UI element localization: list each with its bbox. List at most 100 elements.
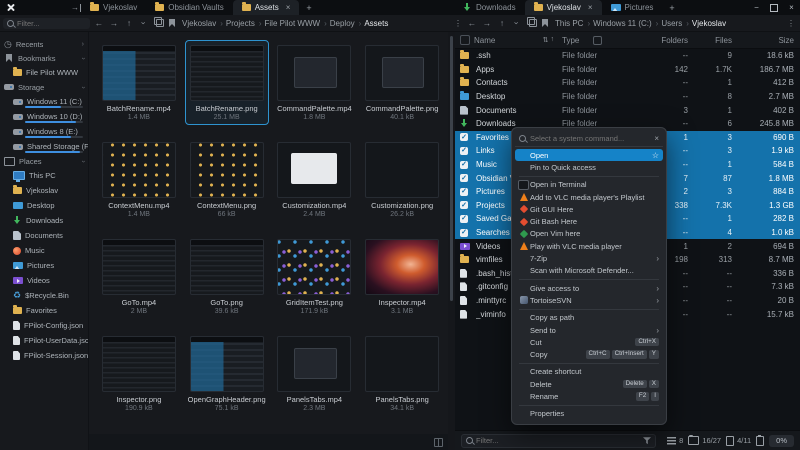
list-filter-box[interactable] bbox=[461, 434, 656, 448]
sidebar-item[interactable]: File Pilot WWW bbox=[0, 65, 88, 80]
tab-close-icon[interactable]: × bbox=[286, 3, 291, 12]
sidebar-item[interactable]: Pictures bbox=[0, 258, 88, 273]
context-menu-item[interactable]: Scan with Microsoft Defender... ☆ › bbox=[515, 265, 663, 277]
breadcrumb-item[interactable]: › Vjekoslav bbox=[684, 19, 728, 28]
sidebar-item[interactable]: FPilot-Session.json bbox=[0, 348, 88, 363]
pane-menu-icon[interactable]: ⋮ bbox=[453, 19, 463, 28]
tab[interactable]: Pictures × bbox=[602, 0, 663, 15]
sidebar-filter-input[interactable] bbox=[17, 19, 86, 28]
tab[interactable]: Downloads × bbox=[454, 0, 525, 15]
sidebar-item[interactable]: Favorites bbox=[0, 303, 88, 318]
forward-button[interactable]: → bbox=[108, 18, 120, 28]
sidebar-section-header[interactable]: Storage › bbox=[0, 80, 88, 94]
file-row[interactable]: ✓ Contacts File folder -- 1 412 B bbox=[455, 76, 800, 90]
sidebar-item[interactable]: Vjekoslav bbox=[0, 183, 88, 198]
row-checkbox[interactable]: ✓ bbox=[460, 229, 468, 237]
column-header-folders[interactable]: Folders bbox=[644, 36, 688, 45]
sidebar-section-header[interactable]: Places › bbox=[0, 154, 88, 168]
sidebar-item[interactable]: This PC bbox=[0, 168, 88, 183]
context-menu-item[interactable]: Open in Terminal ☆ › bbox=[515, 179, 663, 191]
context-menu-item[interactable]: Play with VLC media player ☆ › bbox=[515, 240, 663, 252]
column-header-files[interactable]: Files bbox=[692, 36, 732, 45]
grid-item[interactable]: GoTo.png 39.6 kB bbox=[185, 234, 269, 319]
list-filter-input[interactable] bbox=[476, 436, 640, 445]
back-button[interactable]: ← bbox=[466, 18, 478, 28]
clipboard-icon[interactable] bbox=[756, 436, 764, 446]
sidebar-filter-box[interactable] bbox=[3, 18, 90, 29]
tab[interactable]: Vjekoslav × bbox=[81, 0, 146, 15]
sidebar-item[interactable]: FPilot-UserData.json bbox=[0, 333, 88, 348]
column-header-size[interactable]: Size bbox=[736, 36, 794, 45]
bookmark-icon[interactable] bbox=[169, 19, 175, 27]
context-menu-item[interactable]: Pin to Quick access ☆ › bbox=[515, 161, 663, 173]
context-menu-item[interactable]: Copy Ctrl+CCtrl+InsertY ☆ › bbox=[515, 348, 663, 360]
sidebar-item[interactable]: Windows 10 (D:) bbox=[0, 109, 88, 124]
tab[interactable]: Vjekoslav × bbox=[525, 0, 602, 15]
breadcrumb-item[interactable]: › Deploy bbox=[322, 19, 357, 28]
sidebar-pin-icon[interactable]: → bbox=[71, 4, 81, 12]
grid-item[interactable]: BatchRename.png 25.1 MB bbox=[185, 40, 269, 125]
context-menu-item[interactable]: Git GUI Here ☆ › bbox=[515, 203, 663, 215]
tab[interactable]: Assets × bbox=[233, 0, 300, 15]
sidebar-item[interactable]: Windows 11 (C:) bbox=[0, 94, 88, 109]
breadcrumb-item[interactable]: › Users bbox=[654, 19, 685, 28]
command-search-box[interactable]: × bbox=[515, 131, 663, 147]
filter-icon[interactable] bbox=[643, 437, 651, 445]
sidebar-item[interactable]: Documents bbox=[0, 228, 88, 243]
up-button[interactable]: ↑ bbox=[123, 18, 135, 28]
grid-item[interactable]: GoTo.mp4 2 MB bbox=[97, 234, 181, 319]
breadcrumb-item[interactable]: › Projects bbox=[218, 19, 257, 28]
sidebar-item[interactable]: Downloads bbox=[0, 213, 88, 228]
type-filter-icon[interactable] bbox=[593, 36, 602, 45]
grid-item[interactable]: CommandPalette.mp4 1.8 MB bbox=[273, 40, 357, 125]
new-tab-button[interactable]: + bbox=[662, 0, 681, 15]
breadcrumb-item[interactable]: › Vjekoslav bbox=[180, 19, 218, 28]
grid-item[interactable]: PanelsTabs.mp4 2.3 MB bbox=[273, 331, 357, 416]
breadcrumb-item[interactable]: › File Pilot WWW bbox=[257, 19, 322, 28]
grid-item[interactable]: GridItemTest.png 171.9 kB bbox=[273, 234, 357, 319]
sidebar-item[interactable]: Desktop bbox=[0, 198, 88, 213]
row-checkbox[interactable]: ✓ bbox=[460, 201, 468, 209]
file-row[interactable]: ✓ Desktop File folder -- 8 2.7 MB bbox=[455, 90, 800, 104]
context-menu-item[interactable]: 7-Zip ☆ › bbox=[515, 252, 663, 264]
row-checkbox[interactable]: ✓ bbox=[460, 161, 468, 169]
grid-item[interactable]: PanelsTabs.png 34.1 kB bbox=[360, 331, 444, 416]
breadcrumb-item[interactable]: › Assets bbox=[357, 19, 391, 28]
breadcrumb-item[interactable]: › Windows 11 (C:) bbox=[585, 19, 653, 28]
context-menu-item[interactable]: Add to VLC media player's Playlist ☆ › bbox=[515, 191, 663, 203]
tab[interactable]: Obsidian Vaults × bbox=[146, 0, 232, 15]
context-menu-item[interactable]: Delete DeleteX ☆ › bbox=[515, 378, 663, 390]
context-menu-item[interactable]: Open Vim here ☆ › bbox=[515, 228, 663, 240]
maximize-button[interactable] bbox=[770, 4, 778, 12]
context-menu-item[interactable]: TortoiseSVN ☆ › bbox=[515, 294, 663, 306]
breadcrumb-item[interactable]: › This PC bbox=[553, 19, 585, 28]
copy-path-icon[interactable] bbox=[529, 19, 537, 27]
sort-arrow-icon[interactable]: ↑ bbox=[551, 36, 555, 44]
sidebar-item[interactable]: ♻ $Recycle.Bin bbox=[0, 288, 88, 303]
sidebar-item[interactable]: Windows 8 (E:) bbox=[0, 124, 88, 139]
sidebar-item[interactable]: Music bbox=[0, 243, 88, 258]
star-icon[interactable]: ☆ bbox=[652, 151, 659, 160]
sidebar-item[interactable]: Videos bbox=[0, 273, 88, 288]
context-menu-item[interactable]: Git Bash Here ☆ › bbox=[515, 215, 663, 227]
grid-item[interactable]: OpenGraphHeader.png 75.1 kB bbox=[185, 331, 269, 416]
column-header-name[interactable]: Name ⇅ ↑ bbox=[474, 36, 558, 45]
tab-close-icon[interactable]: × bbox=[588, 3, 593, 12]
context-menu-item[interactable]: Open ☆ › bbox=[515, 149, 663, 161]
row-checkbox[interactable]: ✓ bbox=[460, 174, 468, 182]
window-close-button[interactable]: × bbox=[783, 3, 800, 12]
sidebar-section-header[interactable]: Bookmarks › bbox=[0, 51, 88, 65]
sidebar-section-header[interactable]: ◷ Recents › bbox=[0, 37, 88, 51]
sidebar-item[interactable]: FPilot-Config.json bbox=[0, 318, 88, 333]
grid-item[interactable]: ContextMenu.mp4 1.4 MB bbox=[97, 137, 181, 222]
up-button[interactable]: ↑ bbox=[496, 18, 508, 28]
sidebar-item[interactable]: Shared Storage (F:) bbox=[0, 139, 88, 154]
column-header-type[interactable]: Type bbox=[562, 36, 640, 45]
close-icon[interactable]: × bbox=[654, 134, 659, 143]
select-all-checkbox[interactable] bbox=[460, 35, 470, 45]
context-menu-item[interactable]: Properties ☆ › bbox=[515, 408, 663, 420]
grid-item[interactable]: Inspector.png 190.9 kB bbox=[97, 331, 181, 416]
sort-pair-icon[interactable]: ⇅ bbox=[543, 36, 549, 44]
grid-item[interactable]: Customization.png 26.2 kB bbox=[360, 137, 444, 222]
forward-button[interactable]: → bbox=[481, 18, 493, 28]
